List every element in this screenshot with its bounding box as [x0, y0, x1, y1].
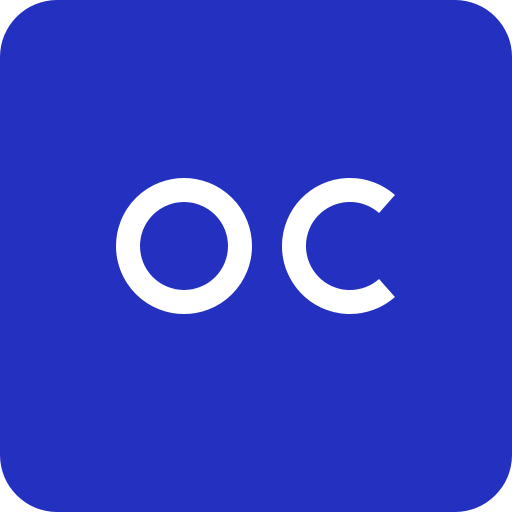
letter-o-mark [116, 178, 252, 314]
app-icon[interactable] [0, 0, 512, 512]
oc-monogram-icon [116, 178, 395, 314]
letter-c-mark [281, 178, 395, 314]
